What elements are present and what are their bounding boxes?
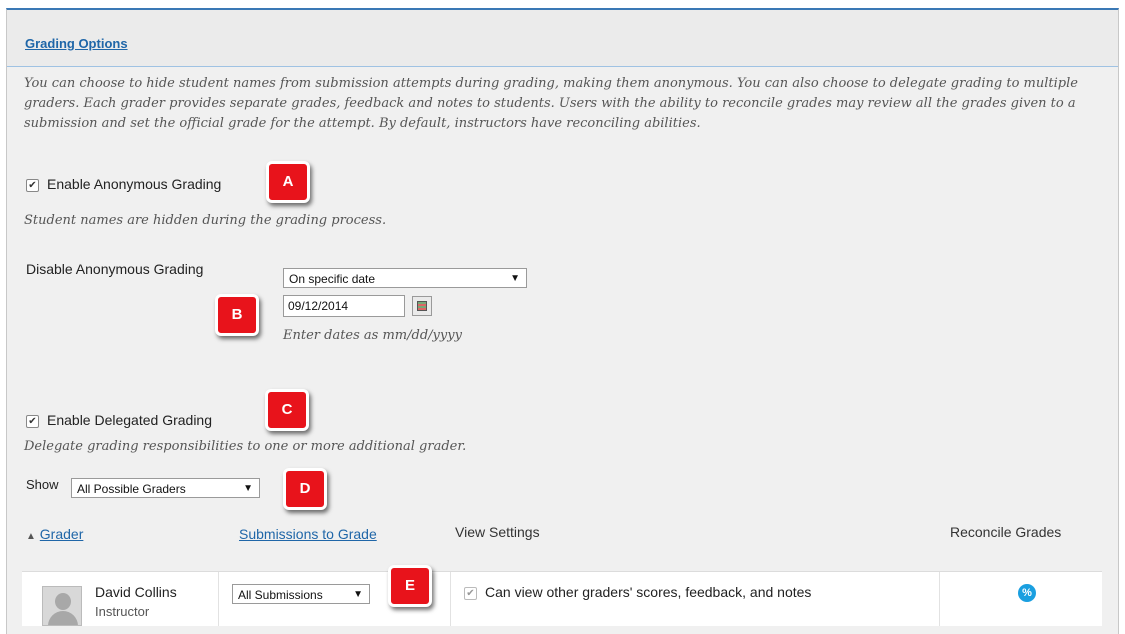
anonymous-grading-help: Student names are hidden during the grad… — [24, 213, 387, 228]
callout-badge-b: B — [215, 294, 259, 336]
reconcile-icon[interactable]: % — [1018, 584, 1036, 602]
view-settings-header: View Settings — [455, 524, 540, 540]
delegated-grading-option: ✔ Enable Delegated Grading — [26, 412, 212, 428]
chevron-down-icon: ▼ — [510, 273, 520, 284]
section-header: Grading Options — [7, 10, 1118, 67]
submissions-header-link[interactable]: Submissions to Grade — [239, 526, 377, 542]
chevron-down-icon: ▼ — [243, 483, 253, 494]
grader-column-header[interactable]: ▲ Grader — [26, 526, 83, 542]
delegated-grading-help: Delegate grading responsibilities to one… — [24, 439, 467, 454]
disable-anonymous-select[interactable]: On specific date ▼ — [283, 268, 527, 288]
grading-options-link[interactable]: Grading Options — [25, 36, 128, 51]
table-row: David Collins Instructor All Submissions… — [22, 571, 1102, 626]
calendar-icon[interactable] — [412, 296, 432, 316]
callout-badge-c: C — [265, 389, 309, 431]
callout-badge-a: A — [266, 161, 310, 203]
disable-anonymous-label: Disable Anonymous Grading — [26, 261, 204, 277]
delegated-grading-checkbox[interactable]: ✔ — [26, 414, 39, 428]
submissions-select-value: All Submissions — [238, 588, 323, 602]
grader-role: Instructor — [95, 604, 150, 619]
grader-name: David Collins — [95, 584, 177, 600]
anonymous-grading-checkbox[interactable]: ✔ — [26, 178, 39, 192]
avatar — [42, 586, 82, 626]
callout-badge-e: E — [388, 565, 432, 607]
show-graders-select[interactable]: All Possible Graders ▼ — [71, 478, 260, 498]
view-setting-checkbox[interactable]: ✔ — [464, 586, 477, 600]
date-input[interactable]: 09/12/2014 — [283, 295, 405, 317]
date-format-hint: Enter dates as mm/dd/yyyy — [283, 328, 462, 343]
grader-header-link[interactable]: Grader — [40, 526, 84, 542]
view-setting-label: Can view other graders' scores, feedback… — [485, 584, 812, 600]
sort-ascending-icon: ▲ — [26, 531, 36, 542]
grading-options-panel: Grading Options You can choose to hide s… — [6, 8, 1119, 634]
show-label: Show — [26, 477, 59, 492]
show-graders-select-value: All Possible Graders — [77, 482, 186, 496]
reconcile-grades-header: Reconcile Grades — [950, 524, 1062, 540]
delegated-grading-label: Enable Delegated Grading — [47, 412, 213, 428]
disable-anonymous-select-value: On specific date — [289, 272, 376, 286]
chevron-down-icon: ▼ — [353, 589, 363, 600]
view-setting-option: ✔ Can view other graders' scores, feedbac… — [464, 584, 811, 600]
anonymous-grading-option: ✔ Enable Anonymous Grading — [26, 176, 221, 192]
callout-badge-d: D — [283, 468, 327, 510]
anonymous-grading-label: Enable Anonymous Grading — [47, 176, 222, 192]
submissions-select[interactable]: All Submissions ▼ — [232, 584, 370, 604]
intro-text: You can choose to hide student names fro… — [24, 76, 1078, 131]
